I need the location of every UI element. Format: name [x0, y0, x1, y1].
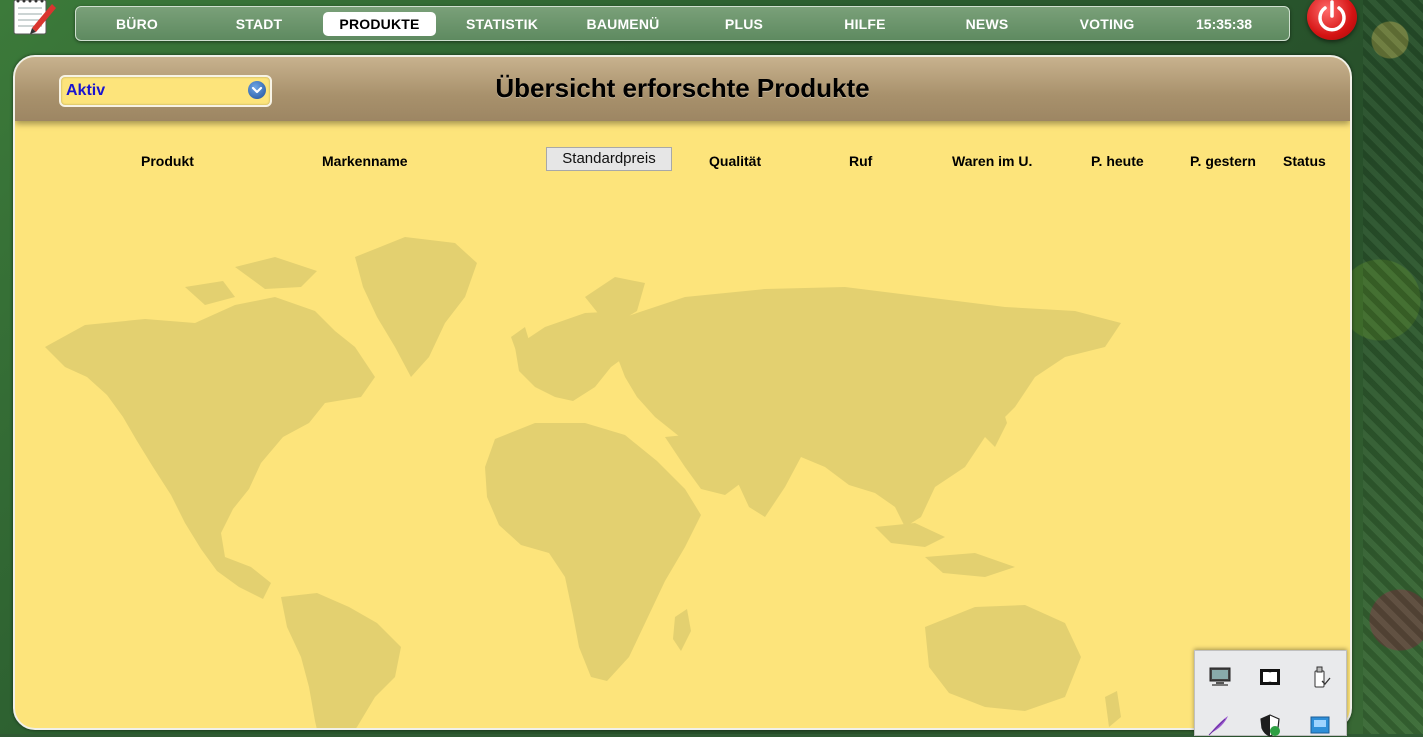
column-header-quality[interactable]: Qualität [709, 153, 761, 169]
world-map-background [45, 237, 1121, 728]
notepad-icon[interactable] [12, 0, 58, 38]
shield-icon[interactable] [1257, 713, 1283, 737]
column-header-reputation[interactable]: Ruf [849, 153, 872, 169]
logout-button[interactable] [1307, 0, 1357, 40]
column-header-price-today[interactable]: P. heute [1091, 153, 1144, 169]
usb-drive-icon[interactable] [1307, 665, 1333, 689]
filter-selected-value: Aktiv [66, 82, 106, 99]
main-navigation: BÜRO STADT PRODUKTE STATISTIK BAUMENÜ PL… [75, 6, 1290, 41]
status-filter-select[interactable]: Aktiv [59, 75, 272, 107]
column-header-product[interactable]: Produkt [141, 153, 194, 169]
monitor-icon[interactable] [1207, 665, 1233, 689]
system-tray-overflow [1194, 650, 1347, 737]
feather-icon[interactable] [1205, 713, 1231, 737]
nav-item-baumenue[interactable]: BAUMENÜ [576, 12, 670, 36]
chevron-down-icon [248, 81, 266, 99]
nav-item-buero[interactable]: BÜRO [100, 12, 174, 36]
standard-price-button[interactable]: Standardpreis [546, 147, 672, 171]
nav-item-voting[interactable]: VOTING [1070, 12, 1144, 36]
column-header-status[interactable]: Status [1283, 153, 1326, 169]
clock: 15:35:38 [1196, 16, 1253, 32]
nav-item-news[interactable]: NEWS [954, 12, 1020, 36]
nav-item-statistik[interactable]: STATISTIK [456, 12, 548, 36]
network-icon[interactable] [1307, 713, 1333, 737]
column-header-stock[interactable]: Waren im U. [952, 153, 1032, 169]
nav-item-stadt[interactable]: STADT [222, 12, 296, 36]
nav-item-produkte[interactable]: PRODUKTE [323, 12, 436, 36]
nav-item-plus[interactable]: PLUS [712, 12, 776, 36]
column-header-brand[interactable]: Markenname [322, 153, 408, 169]
products-panel: Übersicht erforschte Produkte Aktiv Prod… [13, 55, 1352, 730]
panel-header: Übersicht erforschte Produkte Aktiv [15, 57, 1350, 121]
nav-item-hilfe[interactable]: HILFE [832, 12, 898, 36]
dolby-icon[interactable] [1257, 665, 1283, 689]
power-icon [1318, 0, 1346, 32]
column-header-price-yesterday[interactable]: P. gestern [1190, 153, 1256, 169]
